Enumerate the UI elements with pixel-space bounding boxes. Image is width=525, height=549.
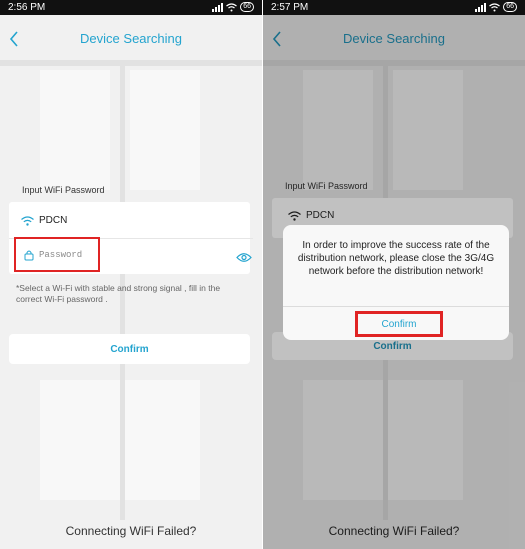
input-wifi-label: Input WiFi Password <box>22 185 105 195</box>
page-title: Device Searching <box>80 31 182 46</box>
status-bar: 2:57 PM 66 <box>263 0 525 15</box>
wifi-status-icon <box>489 2 501 11</box>
password-hint: *Select a Wi-Fi with stable and strong s… <box>16 283 221 304</box>
status-time: 2:56 PM <box>8 2 46 13</box>
ssid-label: PDCN <box>39 215 68 226</box>
dialog-message: In order to improve the success rate of … <box>297 240 495 277</box>
wifi-icon <box>21 215 34 226</box>
background-photo <box>0 0 262 549</box>
battery-icon: 66 <box>240 2 254 12</box>
status-time: 2:57 PM <box>271 2 309 13</box>
confirm-button[interactable]: Confirm <box>9 334 250 364</box>
network-dialog: In order to improve the success rate of … <box>283 225 509 340</box>
signal-icon <box>212 2 224 12</box>
left-screen: 2:56 PM 66 Device Searching Input WiFi P… <box>0 0 262 549</box>
right-screen: 2:57 PM 66 Device Searching Input WiFi P… <box>263 0 525 549</box>
connecting-failed-link[interactable]: Connecting WiFi Failed? <box>0 524 262 538</box>
wifi-status-icon <box>226 2 238 11</box>
eye-icon[interactable] <box>236 252 252 263</box>
password-field[interactable] <box>14 237 100 272</box>
signal-icon <box>475 2 487 12</box>
ssid-row[interactable]: PDCN <box>21 215 67 226</box>
battery-icon: 66 <box>503 2 517 12</box>
dialog-confirm-button[interactable]: Confirm <box>355 311 443 337</box>
dialog-divider <box>283 306 509 307</box>
lock-icon <box>24 250 34 260</box>
header: Device Searching <box>0 15 262 65</box>
status-bar: 2:56 PM 66 <box>0 0 262 15</box>
password-input[interactable] <box>39 249 93 260</box>
